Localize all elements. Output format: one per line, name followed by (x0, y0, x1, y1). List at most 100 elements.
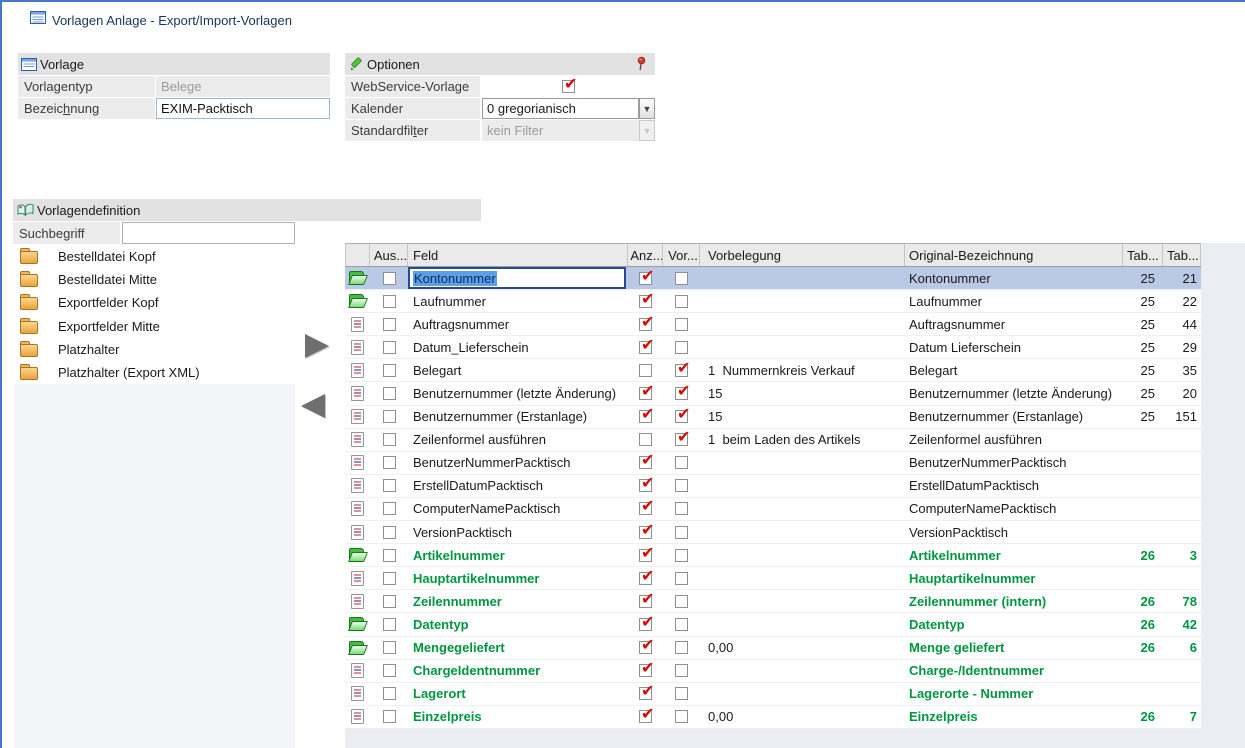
column-header-icon[interactable] (345, 244, 370, 266)
vorbelegung-checkbox[interactable] (675, 272, 688, 285)
vorbelegung-checkbox[interactable] (675, 502, 688, 515)
table-row[interactable]: ZeilennummerZeilennummer (intern)2678 (345, 590, 1201, 613)
table-row[interactable]: ArtikelnummerArtikelnummer263 (345, 544, 1201, 567)
kalender-select[interactable]: 0 gregorianisch (482, 98, 639, 119)
vorbelegung-checkbox[interactable] (675, 664, 688, 677)
suchbegriff-input[interactable] (122, 222, 295, 244)
vorbelegung-checkbox[interactable] (675, 318, 688, 331)
aus-checkbox[interactable] (383, 710, 396, 723)
table-row[interactable]: Belegart1 Nummernkreis VerkaufBelegart25… (345, 359, 1201, 382)
anzeigen-checkbox[interactable] (639, 572, 652, 585)
anzeigen-checkbox[interactable] (639, 456, 652, 469)
aus-checkbox[interactable] (383, 595, 396, 608)
aus-checkbox[interactable] (383, 549, 396, 562)
vorbelegung-checkbox[interactable] (675, 595, 688, 608)
anzeigen-checkbox[interactable] (639, 341, 652, 354)
column-header-tab1[interactable]: Tab... (1123, 244, 1163, 266)
anzeigen-checkbox[interactable] (639, 641, 652, 654)
table-row[interactable]: AuftragsnummerAuftragsnummer2544 (345, 313, 1201, 336)
anzeigen-checkbox[interactable] (639, 387, 652, 400)
pin-icon[interactable] (635, 56, 647, 75)
table-row[interactable]: DatentypDatentyp2642 (345, 613, 1201, 636)
column-header-tab2[interactable]: Tab... (1163, 244, 1201, 266)
vorbelegung-checkbox[interactable] (675, 641, 688, 654)
table-row[interactable]: LagerortLagerorte - Nummer (345, 683, 1201, 706)
tree-item[interactable]: Bestelldatei Kopf (14, 245, 218, 268)
anzeigen-checkbox[interactable] (639, 433, 652, 446)
vorbelegung-checkbox[interactable] (675, 549, 688, 562)
vorbelegung-checkbox[interactable] (675, 687, 688, 700)
bezeichnung-input[interactable] (156, 98, 330, 119)
anzeigen-checkbox[interactable] (639, 295, 652, 308)
vorbelegung-checkbox[interactable] (675, 710, 688, 723)
column-header-feld[interactable]: Feld (408, 244, 628, 266)
inline-edit-input[interactable]: Kontonummer (408, 267, 626, 289)
tree-item[interactable]: Exportfelder Mitte (14, 315, 218, 338)
tree-item[interactable]: Platzhalter (14, 338, 218, 361)
anzeigen-checkbox[interactable] (639, 595, 652, 608)
table-row[interactable]: LaufnummerLaufnummer2522 (345, 290, 1201, 313)
aus-checkbox[interactable] (383, 687, 396, 700)
table-row[interactable]: Einzelpreis0,00Einzelpreis267 (345, 706, 1201, 729)
aus-checkbox[interactable] (383, 456, 396, 469)
vorbelegung-checkbox[interactable] (675, 410, 688, 423)
kalender-dropdown-arrow-icon[interactable]: ▼ (639, 98, 655, 119)
tree-item[interactable]: Platzhalter (Export XML) (14, 361, 218, 384)
webservice-checkbox[interactable] (562, 80, 575, 93)
column-header-aus[interactable]: Aus... (370, 244, 408, 266)
aus-checkbox[interactable] (383, 641, 396, 654)
tree-item[interactable]: Bestelldatei Mitte (14, 268, 218, 291)
table-row[interactable]: VersionPacktischVersionPacktisch (345, 521, 1201, 544)
aus-checkbox[interactable] (383, 272, 396, 285)
anzeigen-checkbox[interactable] (639, 410, 652, 423)
column-header-anz[interactable]: Anz... (628, 244, 663, 266)
vorbelegung-checkbox[interactable] (675, 295, 688, 308)
column-header-vorbelegung[interactable]: Vorbelegung (700, 244, 905, 266)
vorbelegung-checkbox[interactable] (675, 387, 688, 400)
table-row[interactable]: Datum_LieferscheinDatum Lieferschein2529 (345, 336, 1201, 359)
tree-item[interactable]: Exportfelder Kopf (14, 291, 218, 314)
table-row[interactable]: ComputerNamePacktischComputerNamePacktis… (345, 498, 1201, 521)
anzeigen-checkbox[interactable] (639, 318, 652, 331)
anzeigen-checkbox[interactable] (639, 479, 652, 492)
aus-checkbox[interactable] (383, 572, 396, 585)
anzeigen-checkbox[interactable] (639, 664, 652, 677)
anzeigen-checkbox[interactable] (639, 272, 652, 285)
aus-checkbox[interactable] (383, 479, 396, 492)
table-row[interactable]: Zeilenformel ausführen1 beim Laden des A… (345, 429, 1201, 452)
table-row[interactable]: BenutzerNummerPacktischBenutzerNummerPac… (345, 452, 1201, 475)
aus-checkbox[interactable] (383, 295, 396, 308)
vorbelegung-checkbox[interactable] (675, 456, 688, 469)
table-row[interactable]: KontonummerKontonummer2521 (345, 267, 1201, 290)
aus-checkbox[interactable] (383, 664, 396, 677)
aus-checkbox[interactable] (383, 526, 396, 539)
table-row[interactable]: Mengegeliefert0,00Menge geliefert266 (345, 637, 1201, 660)
table-row[interactable]: Benutzernummer (Erstanlage)15Benutzernum… (345, 406, 1201, 429)
table-row[interactable]: HauptartikelnummerHauptartikelnummer (345, 567, 1201, 590)
vorbelegung-checkbox[interactable] (675, 341, 688, 354)
move-right-button[interactable] (305, 334, 329, 358)
anzeigen-checkbox[interactable] (639, 502, 652, 515)
aus-checkbox[interactable] (383, 387, 396, 400)
table-row[interactable]: ErstellDatumPacktischErstellDatumPacktis… (345, 475, 1201, 498)
table-row[interactable]: ChargeIdentnummerCharge-/Identnummer (345, 660, 1201, 683)
anzeigen-checkbox[interactable] (639, 687, 652, 700)
vorbelegung-checkbox[interactable] (675, 526, 688, 539)
vorbelegung-checkbox[interactable] (675, 364, 688, 377)
vorbelegung-checkbox[interactable] (675, 618, 688, 631)
aus-checkbox[interactable] (383, 318, 396, 331)
move-left-button[interactable] (301, 394, 325, 418)
anzeigen-checkbox[interactable] (639, 526, 652, 539)
anzeigen-checkbox[interactable] (639, 364, 652, 377)
aus-checkbox[interactable] (383, 410, 396, 423)
aus-checkbox[interactable] (383, 502, 396, 515)
vorbelegung-checkbox[interactable] (675, 479, 688, 492)
aus-checkbox[interactable] (383, 364, 396, 377)
table-row[interactable]: Benutzernummer (letzte Änderung)15Benutz… (345, 382, 1201, 405)
aus-checkbox[interactable] (383, 341, 396, 354)
vorbelegung-checkbox[interactable] (675, 433, 688, 446)
aus-checkbox[interactable] (383, 433, 396, 446)
column-header-original-bezeichnung[interactable]: Original-Bezeichnung (905, 244, 1123, 266)
anzeigen-checkbox[interactable] (639, 618, 652, 631)
vorbelegung-checkbox[interactable] (675, 572, 688, 585)
